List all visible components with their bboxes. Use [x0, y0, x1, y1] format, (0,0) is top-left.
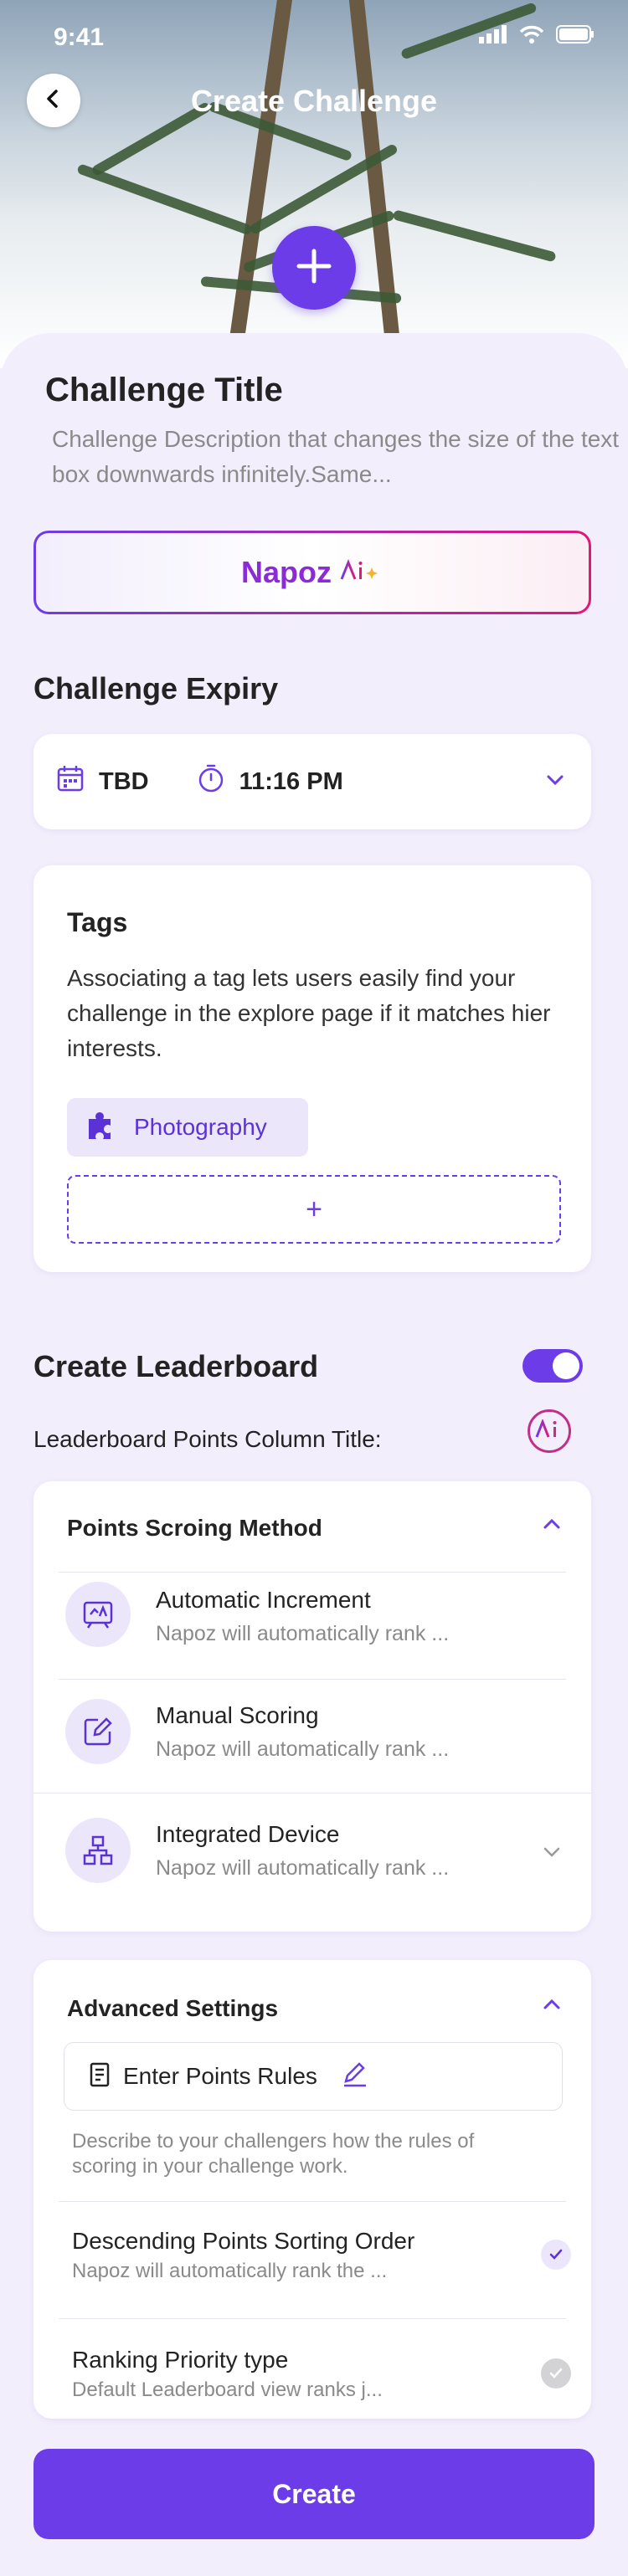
advanced-settings-card: Advanced Settings Enter Points Rules Des…	[33, 1960, 591, 2419]
tags-description: Associating a tag lets users easily find…	[67, 965, 551, 1061]
option-subtitle: Napoz will automatically rank ...	[156, 1622, 450, 1645]
status-bar: 9:41	[0, 0, 628, 74]
timer-icon	[196, 763, 226, 800]
tag-label: Photography	[134, 1114, 267, 1140]
puzzle-icon	[84, 1109, 117, 1147]
leaderboard-heading: Create Leaderboard	[33, 1349, 319, 1383]
battery-icon	[556, 25, 595, 48]
document-icon	[88, 2062, 111, 2091]
option-title: Automatic Increment	[156, 1587, 371, 1613]
setting-subtitle: Napoz will automatically rank the ...	[72, 2260, 388, 2282]
add-media-button[interactable]	[272, 226, 356, 310]
tags-heading: Tags	[67, 907, 128, 937]
points-rules-description: Describe to your challengers how the rul…	[72, 2130, 475, 2178]
advanced-heading: Advanced Settings	[67, 1995, 279, 2021]
leaderboard-toggle[interactable]	[522, 1349, 583, 1383]
points-rules-label: Enter Points Rules	[123, 2063, 317, 2089]
chevron-up-icon[interactable]	[541, 1994, 563, 2019]
scoring-heading: Points Scroing Method	[67, 1515, 322, 1541]
plus-icon	[296, 248, 332, 289]
setting-title: Ranking Priority type	[72, 2347, 289, 2373]
expiry-selector[interactable]: TBD 11:16 PM	[33, 734, 591, 829]
option-subtitle: Napoz will automatically rank ...	[156, 1856, 450, 1880]
option-subtitle: Napoz will automatically rank ...	[156, 1737, 450, 1761]
wifi-icon	[519, 25, 544, 48]
expiry-date-value: TBD	[99, 767, 149, 795]
chevron-down-icon[interactable]	[544, 769, 566, 795]
expiry-heading: Challenge Expiry	[33, 671, 279, 706]
calendar-icon	[55, 763, 85, 800]
napoz-brand-label: Napoz	[241, 555, 332, 589]
option-title: Manual Scoring	[156, 1702, 319, 1728]
ai-generate-button[interactable]	[528, 1409, 571, 1453]
scoring-method-card: Points Scroing Method Automatic Incremen…	[33, 1481, 591, 1932]
leaderboard-column-label: Leaderboard Points Column Title:	[33, 1426, 382, 1452]
chevron-up-icon[interactable]	[541, 1513, 563, 1539]
setting-title: Descending Points Sorting Order	[72, 2228, 415, 2254]
edit-pencil-icon[interactable]	[341, 2061, 369, 2092]
expiry-time[interactable]: 11:16 PM	[196, 763, 343, 800]
ai-image-icon	[65, 1582, 131, 1647]
points-rules-input[interactable]: Enter Points Rules	[64, 2042, 563, 2111]
chevron-down-icon[interactable]	[541, 1841, 563, 1867]
tag-chip[interactable]: Photography	[67, 1098, 308, 1157]
tags-card: Tags Associating a tag lets users easily…	[33, 865, 591, 1272]
ai-sparkle-icon	[340, 557, 383, 588]
ai-icon	[535, 1418, 564, 1444]
plus-icon: +	[306, 1193, 322, 1225]
edit-icon	[65, 1699, 131, 1764]
status-time: 9:41	[54, 23, 105, 51]
challenge-description-input[interactable]: Challenge Description that changes the s…	[52, 422, 621, 492]
page-title: Create Challenge	[190, 84, 438, 118]
option-title: Integrated Device	[156, 1821, 340, 1847]
signal-icon	[479, 25, 507, 48]
check-icon[interactable]	[541, 2358, 571, 2389]
create-button[interactable]: Create	[33, 2449, 595, 2539]
check-icon[interactable]	[541, 2240, 571, 2270]
add-tag-button[interactable]: +	[67, 1175, 561, 1244]
expiry-date[interactable]: TBD	[55, 763, 149, 800]
setting-subtitle: Default Leaderboard view ranks j...	[72, 2378, 383, 2401]
napoz-ai-button[interactable]: Napoz	[33, 531, 591, 614]
network-icon	[65, 1818, 131, 1883]
challenge-title-input[interactable]: Challenge Title	[45, 372, 283, 409]
expiry-time-value: 11:16 PM	[239, 767, 343, 795]
